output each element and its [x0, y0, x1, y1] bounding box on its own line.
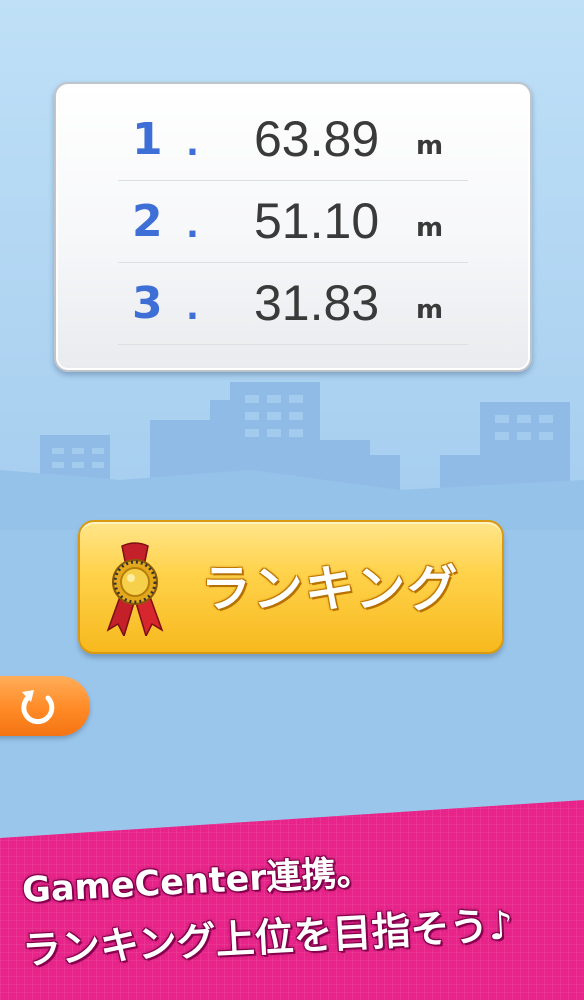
distance-value: 51.10: [254, 193, 380, 249]
retry-arrow-icon: [21, 690, 55, 725]
retry-button[interactable]: [0, 676, 90, 736]
medal-ribbon-icon: [106, 542, 164, 636]
distance-value: 31.83: [254, 275, 380, 331]
ranking-button[interactable]: ランキング: [78, 520, 504, 654]
distance-unit: m: [416, 295, 444, 325]
score-row-3: 3 . 31.83 m: [118, 262, 468, 345]
distance-unit: m: [416, 131, 444, 161]
distance-value: 63.89: [254, 111, 380, 167]
ranking-button-label: ランキング: [200, 560, 460, 618]
rank-dot: .: [186, 124, 199, 164]
rank-number: 2: [132, 196, 164, 247]
rank-dot: .: [186, 288, 199, 328]
rank-number: 1: [132, 114, 164, 165]
score-row-2: 2 . 51.10 m: [118, 180, 468, 263]
score-row-1: 1 . 63.89 m: [118, 98, 468, 181]
high-score-panel: 1 . 63.89 m 2 . 51.10 m 3 . 31.83 m: [54, 82, 532, 372]
rank-number: 3: [132, 278, 164, 329]
distance-unit: m: [416, 213, 444, 243]
rank-dot: .: [186, 206, 199, 246]
